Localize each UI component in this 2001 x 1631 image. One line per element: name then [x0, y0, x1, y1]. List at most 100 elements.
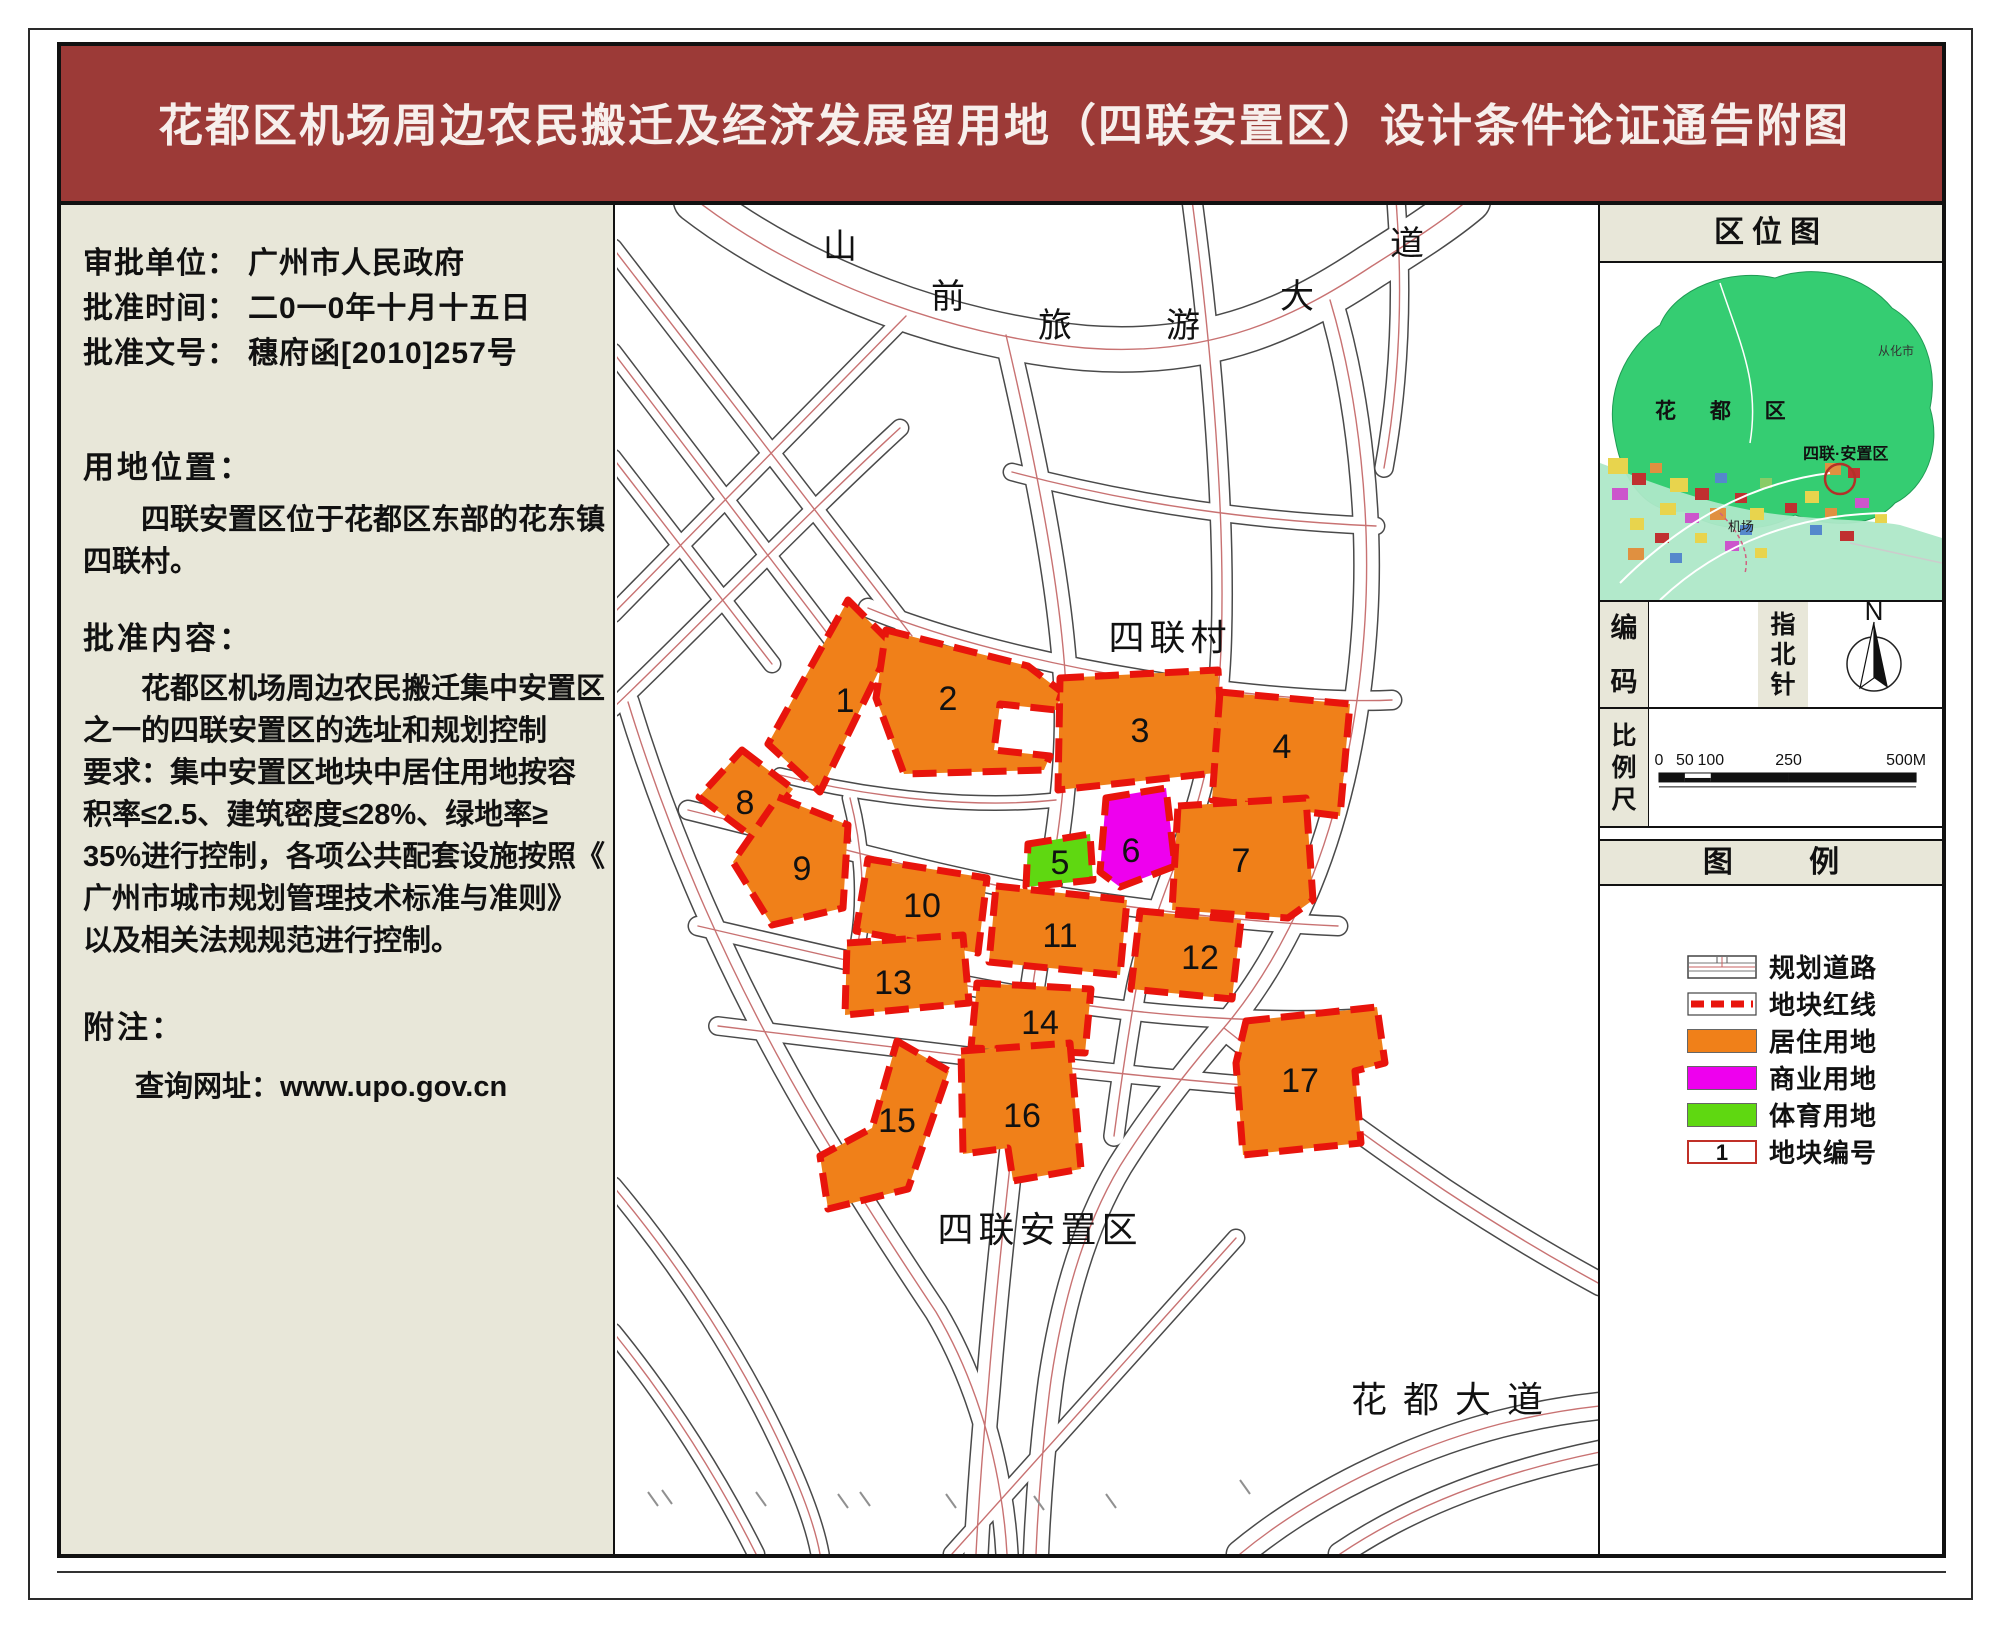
legend-item-sport: 体育用地	[1687, 1096, 1937, 1133]
parcel-number: 7	[1232, 842, 1251, 880]
north-arrow: N	[1808, 602, 1942, 707]
approval-line: 花都区机场周边农民搬迁集中安置区	[83, 668, 589, 710]
road-label-char: 旅	[1038, 307, 1072, 345]
location-body: 四联安置区位于花都区东部的花东镇 四联村。	[83, 499, 589, 583]
info-sidebar: 审批单位： 广州市人民政府 批准时间： 二0一0年十月十五日 批准文号： 穗府函[20…	[61, 205, 615, 1554]
compass-label-cell: 指 北 针	[1758, 602, 1809, 707]
approval-line: 以及相关法规规范进行控制。	[83, 920, 589, 962]
approval-line: 广州市城市规划管理技术标准与准则》	[83, 878, 589, 920]
approval-doc-line: 批准文号： 穗府函[2010]257号	[83, 331, 589, 376]
legend-header: 图 例	[1600, 839, 1942, 886]
approval-date-label: 批准时间：	[83, 292, 238, 325]
scale-tick: 100	[1697, 752, 1724, 769]
location-map-title: 区位图	[1600, 205, 1942, 261]
main-map: 1 2 3 4 5 6 7 8 9 10 11 12 13 14 15 16 1…	[617, 205, 1598, 1554]
notes-heading: 附注：	[83, 1002, 589, 1047]
parcel-number: 3	[1131, 712, 1150, 750]
location-heading: 用地位置：	[83, 442, 589, 487]
north-needle-dark	[1874, 622, 1888, 688]
minimap-site-label: 四联·安置区	[1803, 444, 1888, 463]
legend-items: 规划道路 地块红线 居住用地 商业用地 体育用地 1 地块编号	[1687, 948, 1937, 1170]
approval-doc-value: 穗府函[2010]257号	[248, 337, 518, 370]
legend-label: 规划道路	[1769, 948, 1877, 985]
parcel-number: 8	[736, 784, 755, 822]
scale-tick: 0	[1655, 752, 1664, 769]
legend-item-residential: 居住用地	[1687, 1022, 1937, 1059]
page-title: 花都区机场周边农民搬迁及经济发展留用地（四联安置区）设计条件论证通告附图	[158, 46, 1850, 201]
panel-divider	[1600, 826, 1942, 828]
scale-label-char: 尺	[1611, 784, 1636, 816]
query-url: 查询网址：www.upo.gov.cn	[83, 1063, 589, 1105]
scale-label-cell: 比 例 尺	[1600, 709, 1648, 826]
parcel-number: 6	[1122, 832, 1141, 870]
parcel-number: 10	[903, 887, 941, 925]
north-needle-light	[1860, 622, 1874, 688]
approval-unit-line: 审批单位： 广州市人民政府	[83, 241, 589, 286]
title-band: 花都区机场周边农民搬迁及经济发展留用地（四联安置区）设计条件论证通告附图	[61, 46, 1942, 205]
road-label-char: 大	[1280, 278, 1314, 316]
code-cell: 编 码	[1600, 602, 1648, 707]
parcel-number: 2	[939, 680, 958, 718]
legend-label: 地块红线	[1769, 985, 1877, 1022]
district-label: 四联安置区	[937, 1209, 1142, 1250]
compass-label-char: 指	[1770, 610, 1795, 640]
legend-item-commercial: 商业用地	[1687, 1059, 1937, 1096]
code-label-char: 码	[1611, 665, 1638, 699]
parcel-number: 14	[1021, 1004, 1059, 1042]
parcel-number: 5	[1051, 844, 1070, 882]
commercial-swatch	[1687, 1066, 1757, 1090]
legend-item-parcel-number: 1 地块编号	[1687, 1133, 1937, 1170]
approval-unit-label: 审批单位：	[83, 247, 238, 280]
parcel-number: 17	[1281, 1062, 1319, 1100]
north-letter: N	[1865, 602, 1884, 626]
approval-unit-value: 广州市人民政府	[248, 247, 465, 280]
legend-label: 商业用地	[1769, 1059, 1877, 1096]
code-value-cell	[1648, 602, 1760, 707]
planned-road-icon	[1687, 955, 1757, 979]
approval-date-value: 二0一0年十月十五日	[248, 292, 531, 325]
approval-date-line: 批准时间： 二0一0年十月十五日	[83, 286, 589, 331]
legend-item-redline: 地块红线	[1687, 985, 1937, 1022]
approval-content-heading: 批准内容：	[83, 613, 589, 658]
parcel-number: 9	[793, 850, 812, 888]
parcel-number-swatch: 1	[1687, 1140, 1757, 1164]
location-line: 四联村。	[83, 541, 589, 583]
compass-label-char: 针	[1770, 670, 1795, 700]
parcel-number: 15	[878, 1102, 916, 1140]
scale-tick: 500M	[1886, 752, 1926, 769]
parcel-number: 1	[836, 682, 855, 720]
scale-label-char: 比	[1611, 720, 1636, 752]
legend-label: 地块编号	[1769, 1133, 1877, 1170]
approval-line: 之一的四联安置区的选址和规划控制	[83, 710, 589, 752]
parcel-number: 4	[1273, 728, 1292, 766]
parcel-number: 11	[1042, 917, 1077, 955]
approval-line: 要求：集中安置区地块中居住用地按容	[83, 752, 589, 794]
location-map-header: 区位图	[1600, 205, 1942, 263]
code-label-char: 编	[1611, 611, 1638, 645]
approval-content-body: 花都区机场周边农民搬迁集中安置区 之一的四联安置区的选址和规划控制 要求：集中安…	[83, 668, 589, 962]
parcel-redline-icon	[1687, 992, 1757, 1016]
legend-label: 体育用地	[1769, 1096, 1877, 1133]
legend-item-road: 规划道路	[1687, 948, 1937, 985]
legend-label: 居住用地	[1769, 1022, 1877, 1059]
approval-doc-label: 批准文号：	[83, 337, 238, 370]
planning-notice-page: 花都区机场周边农民搬迁及经济发展留用地（四联安置区）设计条件论证通告附图 审批单…	[0, 0, 2001, 1631]
compass-label-char: 北	[1770, 640, 1795, 670]
bottom-accent-rule	[57, 1571, 1946, 1573]
parcel-number: 13	[874, 964, 912, 1002]
scale-tick: 50	[1676, 752, 1694, 769]
parcel-number: 12	[1181, 939, 1219, 977]
road-label-char: 前	[931, 278, 965, 316]
scale-tick: 250	[1775, 752, 1802, 769]
road-label-char: 游	[1166, 307, 1200, 345]
minimap-conghua-label: 从化市	[1878, 343, 1914, 358]
location-minimap: 花 都 区 从化市 四联·安置区 机场	[1600, 263, 1942, 600]
minimap-airport-label: 机场	[1728, 519, 1754, 534]
location-line: 四联安置区位于花都区东部的花东镇	[83, 499, 589, 541]
scale-label-char: 例	[1611, 752, 1636, 784]
sport-swatch	[1687, 1103, 1757, 1127]
road-label-char: 山	[823, 228, 857, 266]
village-label: 四联村	[1108, 617, 1231, 658]
parcel-number: 16	[1003, 1097, 1041, 1135]
approval-line: 35%进行控制，各项公共配套设施按照《	[83, 836, 589, 878]
